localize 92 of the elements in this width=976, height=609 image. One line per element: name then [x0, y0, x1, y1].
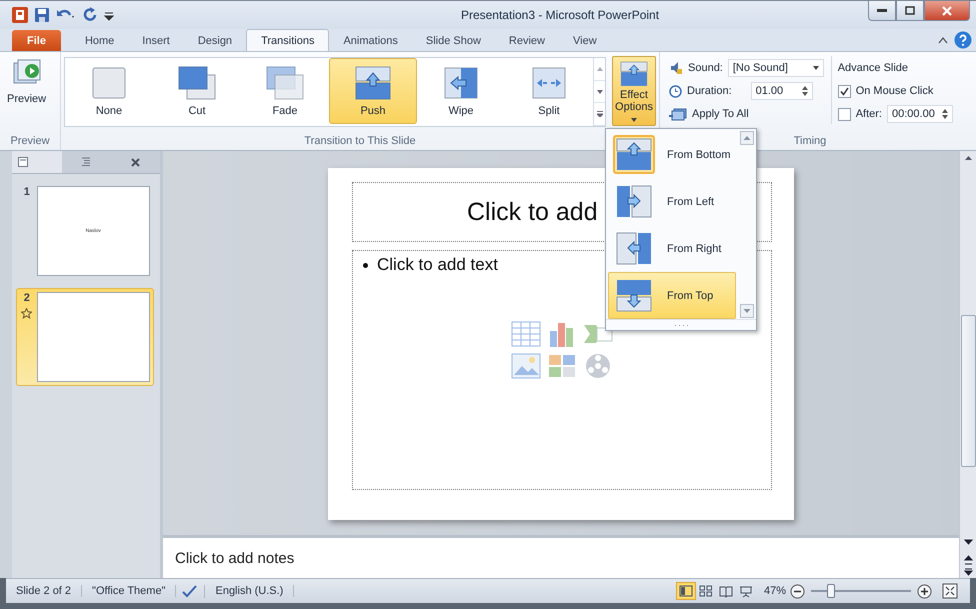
transition-option[interactable]: Push	[329, 58, 417, 124]
vertical-scrollbar[interactable]	[959, 151, 976, 578]
maximize-icon	[905, 6, 915, 15]
menu-scroll-up-button[interactable]	[740, 131, 754, 145]
spin-arrows-icon[interactable]	[942, 109, 948, 119]
checkbox-label: On Mouse Click	[856, 85, 934, 97]
bullet-icon	[363, 262, 368, 268]
push-transition-icon	[353, 65, 393, 101]
transition-option[interactable]: Cut	[153, 58, 241, 124]
save-icon[interactable]	[34, 7, 50, 23]
minimize-ribbon-icon[interactable]	[938, 36, 948, 44]
group-label: Transition to This Slide	[304, 134, 416, 149]
more-icon	[596, 111, 602, 118]
zoom-slider-thumb[interactable]	[827, 584, 835, 598]
scroll-arrows-icon[interactable]	[964, 538, 972, 578]
after-time-spinner[interactable]: 00:00.00	[887, 105, 953, 123]
insert-clip-art-icon[interactable]	[547, 353, 577, 379]
zoom-level-text[interactable]: 47%	[764, 585, 786, 597]
apply-to-all-icon	[669, 108, 687, 120]
minimize-button[interactable]	[868, 1, 896, 21]
ribbon-tab[interactable]: Home	[70, 30, 128, 51]
app-logo-icon[interactable]	[12, 7, 28, 23]
group-label: Preview	[10, 134, 50, 149]
zoom-in-icon[interactable]	[917, 584, 932, 598]
clock-icon	[669, 84, 682, 98]
spin-arrows-icon[interactable]	[802, 86, 808, 96]
spelling-check-icon[interactable]	[182, 584, 198, 598]
down-arrow-icon	[596, 90, 602, 94]
sound-label: Sound:	[688, 62, 723, 74]
ribbon-tab[interactable]: Review	[494, 30, 559, 51]
close-icon	[131, 158, 140, 166]
ribbon-tab[interactable]: Slide Show	[412, 30, 495, 51]
up-arrow-icon	[596, 66, 602, 71]
title-placeholder-text: Click to add	[467, 198, 598, 226]
caret-icon	[631, 118, 637, 122]
notes-placeholder-text: Click to add notes	[175, 550, 294, 566]
menu-item[interactable]: From Bottom	[608, 131, 736, 178]
fade-transition-icon	[265, 65, 305, 101]
outline-icon	[81, 157, 92, 167]
menu-item[interactable]: From Top	[608, 272, 736, 319]
checkbox-label: After:	[856, 108, 882, 120]
slide-count-text: Slide 2 of 2	[6, 585, 82, 597]
close-icon	[942, 6, 952, 16]
zoom-out-icon[interactable]	[790, 584, 805, 598]
slide-thumbnail-row[interactable]: 2	[16, 288, 154, 386]
slide-number: 1	[24, 186, 30, 198]
checkbox[interactable]	[838, 108, 851, 120]
bullet-placeholder-text: Click to add text	[377, 255, 498, 275]
view-button[interactable]	[676, 582, 696, 600]
window-title: Presentation3 - Microsoft PowerPoint	[460, 8, 660, 22]
transition-option[interactable]: Split	[505, 58, 593, 124]
language-text[interactable]: English (U.S.)	[205, 585, 294, 597]
ribbon-tab[interactable]: View	[559, 30, 611, 51]
normal-view-icon	[678, 584, 693, 598]
group-label: Timing	[794, 134, 826, 149]
ribbon-tab[interactable]: Animations	[329, 30, 412, 51]
caret-icon	[812, 66, 819, 70]
sorter-view-icon	[698, 584, 713, 598]
ribbon-tab[interactable]: Transitions	[246, 29, 330, 51]
transition-option[interactable]: None	[65, 58, 153, 124]
check-mark-icon	[840, 86, 849, 96]
duration-spinner[interactable]: 01.00	[750, 82, 813, 100]
cut-transition-icon	[177, 65, 217, 101]
scrollbar-thumb[interactable]	[960, 315, 976, 467]
help-icon[interactable]	[954, 31, 972, 49]
checkbox[interactable]	[838, 84, 851, 98]
ribbon-tab[interactable]: Insert	[128, 30, 184, 51]
menu-item[interactable]: From Right	[608, 225, 736, 272]
fit-to-window-icon[interactable]	[942, 583, 958, 599]
sound-dropdown[interactable]: [No Sound]	[728, 59, 824, 77]
show-view-icon	[738, 584, 753, 598]
apply-to-all-button[interactable]: Apply To All	[692, 108, 749, 120]
sound-icon	[669, 61, 683, 75]
slide-icon	[18, 157, 28, 167]
duration-label: Duration:	[687, 85, 732, 97]
ribbon-tab[interactable]: Design	[184, 30, 246, 51]
menu-scroll-down-button[interactable]	[740, 304, 754, 318]
transition-option[interactable]: Wipe	[417, 58, 505, 124]
preview-button[interactable]: Preview	[3, 56, 50, 108]
theme-name-text: "Office Theme"	[82, 585, 176, 597]
file-tab[interactable]: File	[12, 30, 61, 51]
maximize-button[interactable]	[896, 1, 924, 21]
transition-option[interactable]: Fade	[241, 58, 329, 124]
slides-tab[interactable]	[12, 151, 62, 173]
reading-view-icon	[718, 584, 733, 598]
slide-number: 2	[24, 292, 30, 304]
advance-slide-heading: Advance Slide	[838, 62, 908, 74]
redo-icon[interactable]	[82, 7, 98, 23]
minimize-icon	[877, 8, 887, 12]
close-button[interactable]	[924, 1, 970, 21]
menu-item[interactable]: From Left	[608, 178, 736, 225]
effect-options-button[interactable]: Effect Options	[612, 56, 656, 126]
